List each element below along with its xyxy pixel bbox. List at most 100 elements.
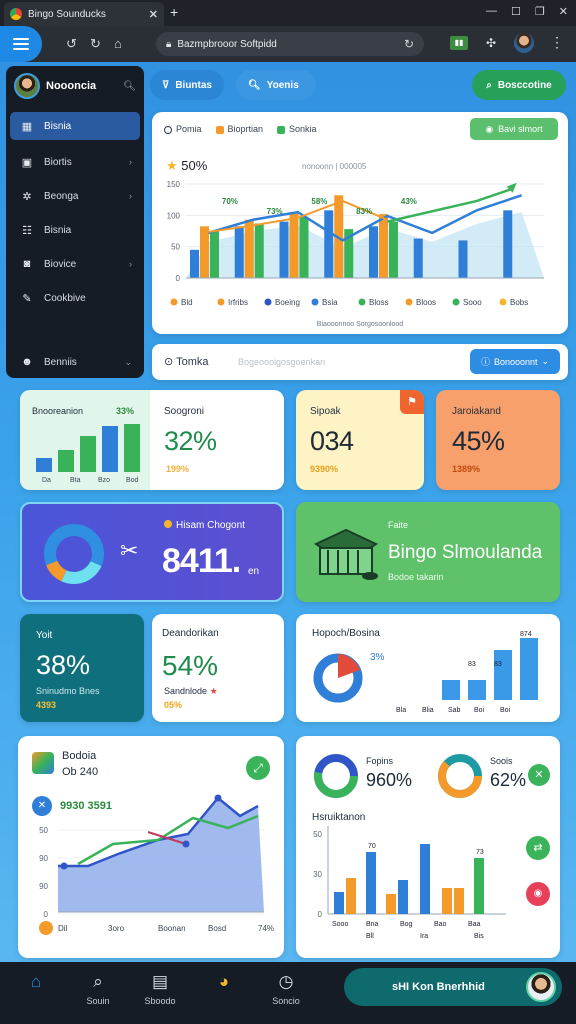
x-tick-label: Bod <box>126 477 139 484</box>
bar <box>334 892 344 914</box>
users-icon: ✲ <box>22 190 32 203</box>
more-icon[interactable]: ⋮ <box>550 34 564 51</box>
x-tick-label: Boi <box>500 707 511 714</box>
x-tick-label: 74% <box>258 924 274 933</box>
restore-icon[interactable]: ❐ <box>535 5 545 18</box>
search-icon[interactable]: 🔍︎ <box>123 81 136 92</box>
legend-dot <box>311 298 319 306</box>
y-tick-label: 150 <box>167 180 181 189</box>
alert-icon[interactable]: ⚑ <box>400 390 424 414</box>
close-window-icon[interactable]: ✕ <box>559 5 568 18</box>
nav-home[interactable]: ⌂ <box>6 972 66 996</box>
x-tick-label: Boonan <box>158 924 186 933</box>
bar <box>200 226 209 278</box>
bingo-sub: Bodoe takarin <box>388 572 444 582</box>
sidebar: Noooncia 🔍︎ ▦ Bisnia ▣ Biortis › ✲ Beong… <box>6 66 144 378</box>
reload-icon[interactable]: ↻ <box>90 36 101 52</box>
new-tab-icon[interactable]: + <box>170 4 178 20</box>
nav-search[interactable]: ⌕ Souin <box>68 972 128 1006</box>
data-label: 83 <box>494 661 502 668</box>
kpi-card-1: Bnooreanion 33% Da Bta Bzo Bod Soogroni 32%… <box>20 390 284 490</box>
sidebar-item-label: Biortis <box>44 156 72 168</box>
teal-value: 38% <box>36 650 91 680</box>
data-label: 83% <box>356 207 372 216</box>
sidebar-header: Noooncia 🔍︎ <box>6 66 144 106</box>
data-point <box>214 794 222 802</box>
filter-icon: ⊽ <box>162 79 170 91</box>
sidebar-item-2[interactable]: ▣ Biortis › <box>10 148 140 176</box>
sidebar-item-1[interactable]: ▦ Bisnia <box>10 112 140 140</box>
close-icon[interactable]: ✕ <box>149 8 158 21</box>
bar <box>442 888 452 914</box>
legend-dot <box>264 298 272 306</box>
tab-yoenis[interactable]: 🔍︎ Yoenis <box>236 70 316 100</box>
legend-label: Boeing <box>275 298 300 307</box>
browser-tab[interactable]: Bingo Sounducks ✕ <box>4 2 164 26</box>
bar <box>289 212 299 278</box>
bar <box>520 638 538 700</box>
y-tick-label: 50 <box>39 826 48 835</box>
avatar[interactable] <box>526 972 556 1002</box>
stadium-icon <box>313 528 379 580</box>
avatar[interactable] <box>14 73 40 99</box>
kpi-card-3: Jaroiakand 45% 1389% <box>436 390 560 490</box>
bingo-card[interactable]: Faite Bingo Slmoulanda Bodoe takarin <box>296 502 560 602</box>
chevron-right-icon: › <box>129 259 132 269</box>
refresh-icon[interactable]: ↻ <box>404 37 414 51</box>
sidebar-item-3[interactable]: ✲ Beonga › <box>10 182 140 210</box>
puzzle-icon[interactable]: ✣ <box>486 36 496 50</box>
x-tick-label: 3oro <box>108 924 125 933</box>
record-icon[interactable]: ◉ <box>526 882 550 906</box>
data-label: 70 <box>368 843 376 850</box>
area-chart-card: Bodoia Ob 240 ⤢ ✕ 9930 3591 50 90 90 0 Dil 3o… <box>18 736 284 958</box>
data-label: 43% <box>401 197 417 206</box>
legend-dot <box>499 298 507 306</box>
bar <box>420 844 430 914</box>
minimize-icon[interactable]: — <box>486 5 497 18</box>
bar <box>124 424 140 472</box>
sidebar-item-5[interactable]: ◙ Biovice › <box>10 250 140 278</box>
menu-icon[interactable] <box>0 26 42 62</box>
bar <box>279 221 289 278</box>
extension-icon[interactable]: ▮▮ <box>450 36 468 50</box>
tab-biuntas[interactable]: ⊽ Biuntas <box>150 70 224 100</box>
teal-title: Yoit <box>36 630 53 641</box>
maximize-icon[interactable]: ☐ <box>511 5 521 18</box>
url-bar[interactable]: 🔒︎ Bazmpbrooor Softpidd ↻ <box>156 32 424 56</box>
bingo-small: Faite <box>388 520 409 530</box>
x-tick-label: Sooo <box>332 921 348 928</box>
y-tick-label: 0 <box>318 910 323 919</box>
sidebar-item-label: Bisnia <box>44 224 72 236</box>
x-tick-label: Bzo <box>98 477 110 484</box>
dropdown-button[interactable]: ⓘ Bonooonnt ⌄ <box>470 349 560 374</box>
sidebar-footer-item[interactable]: ☻ Benniis ⌄ <box>10 348 140 376</box>
bar <box>369 226 378 278</box>
nav-chart[interactable]: ◕ <box>194 972 254 996</box>
nav-calendar[interactable]: ▤ Sboodo <box>130 972 190 1006</box>
scissors-icon[interactable]: ✂ <box>120 538 138 564</box>
kpi-title: Sipoak <box>310 406 341 417</box>
action-button[interactable]: ⌕ Bosccotine <box>472 70 566 100</box>
x-tick-label: Bla <box>396 707 406 714</box>
kpi-value: 32% <box>164 426 217 456</box>
profile-avatar[interactable] <box>514 33 534 53</box>
x-tick-label: Bll <box>366 933 374 940</box>
kpi-value: 45% <box>452 426 505 456</box>
table-subtitle: Bogeoooigosgoenkan <box>238 357 326 367</box>
bar <box>379 214 388 278</box>
search-icon: ⌕ <box>93 972 103 991</box>
home-icon[interactable]: ⌂ <box>114 36 122 51</box>
nav-clock[interactable]: ◷ Soncio <box>256 972 316 1006</box>
tab-label: Yoenis <box>266 79 299 91</box>
share-icon[interactable]: ⇄ <box>526 836 550 860</box>
sidebar-item-4[interactable]: ☷ Bisnia <box>10 216 140 244</box>
back-icon[interactable]: ↺ <box>66 36 77 52</box>
x-tick-label: Blia <box>422 707 434 714</box>
kpi-title: Soogroni <box>164 406 205 417</box>
kpi-value: 034 <box>310 426 354 456</box>
teal-sub: Sninudmo Bnes <box>36 686 100 696</box>
sidebar-item-6[interactable]: ✎ Cookbive <box>10 284 140 312</box>
bar <box>398 880 408 914</box>
url-text: Bazmpbrooor Softpidd <box>177 38 277 50</box>
lock-icon: 🔒︎ <box>166 38 172 50</box>
